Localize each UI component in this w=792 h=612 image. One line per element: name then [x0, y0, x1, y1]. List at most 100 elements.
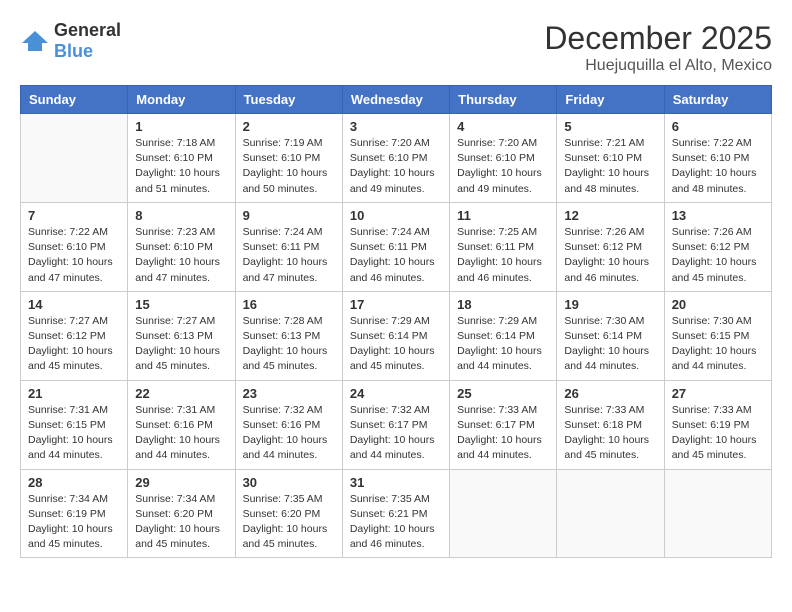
calendar-cell: 3 Sunrise: 7:20 AMSunset: 6:10 PMDaylight…	[342, 114, 449, 203]
day-info: Sunrise: 7:31 AMSunset: 6:16 PMDaylight:…	[135, 403, 227, 464]
day-number: 1	[135, 119, 227, 134]
calendar-cell: 17 Sunrise: 7:29 AMSunset: 6:14 PMDayligh…	[342, 291, 449, 380]
day-info: Sunrise: 7:33 AMSunset: 6:17 PMDaylight:…	[457, 403, 549, 464]
day-number: 26	[564, 386, 656, 401]
day-info: Sunrise: 7:27 AMSunset: 6:13 PMDaylight:…	[135, 314, 227, 375]
calendar-cell: 4 Sunrise: 7:20 AMSunset: 6:10 PMDaylight…	[450, 114, 557, 203]
day-info: Sunrise: 7:33 AMSunset: 6:18 PMDaylight:…	[564, 403, 656, 464]
day-info: Sunrise: 7:29 AMSunset: 6:14 PMDaylight:…	[350, 314, 442, 375]
day-number: 21	[28, 386, 120, 401]
day-info: Sunrise: 7:30 AMSunset: 6:14 PMDaylight:…	[564, 314, 656, 375]
day-of-week-header: Wednesday	[342, 86, 449, 114]
logo: General Blue	[20, 20, 121, 62]
day-info: Sunrise: 7:32 AMSunset: 6:16 PMDaylight:…	[243, 403, 335, 464]
calendar-header-row: SundayMondayTuesdayWednesdayThursdayFrid…	[21, 86, 772, 114]
day-number: 16	[243, 297, 335, 312]
calendar-cell: 25 Sunrise: 7:33 AMSunset: 6:17 PMDayligh…	[450, 380, 557, 469]
calendar-cell: 14Sunrise: 7:27 AMSunset: 6:12 PMDayligh…	[21, 291, 128, 380]
day-info: Sunrise: 7:35 AMSunset: 6:20 PMDaylight:…	[243, 492, 335, 553]
day-number: 2	[243, 119, 335, 134]
day-info: Sunrise: 7:24 AMSunset: 6:11 PMDaylight:…	[243, 225, 335, 286]
calendar-cell: 1 Sunrise: 7:18 AMSunset: 6:10 PMDaylight…	[128, 114, 235, 203]
day-info: Sunrise: 7:22 AMSunset: 6:10 PMDaylight:…	[672, 136, 764, 197]
day-number: 29	[135, 475, 227, 490]
day-info: Sunrise: 7:20 AMSunset: 6:10 PMDaylight:…	[457, 136, 549, 197]
day-info: Sunrise: 7:31 AMSunset: 6:15 PMDaylight:…	[28, 403, 120, 464]
day-number: 8	[135, 208, 227, 223]
day-info: Sunrise: 7:20 AMSunset: 6:10 PMDaylight:…	[350, 136, 442, 197]
day-info: Sunrise: 7:23 AMSunset: 6:10 PMDaylight:…	[135, 225, 227, 286]
day-info: Sunrise: 7:33 AMSunset: 6:19 PMDaylight:…	[672, 403, 764, 464]
calendar-cell: 15 Sunrise: 7:27 AMSunset: 6:13 PMDayligh…	[128, 291, 235, 380]
calendar-cell: 24Sunrise: 7:32 AMSunset: 6:17 PMDayligh…	[342, 380, 449, 469]
day-number: 6	[672, 119, 764, 134]
calendar-week-row: 14Sunrise: 7:27 AMSunset: 6:12 PMDayligh…	[21, 291, 772, 380]
day-info: Sunrise: 7:35 AMSunset: 6:21 PMDaylight:…	[350, 492, 442, 553]
day-number: 11	[457, 208, 549, 223]
day-number: 5	[564, 119, 656, 134]
day-info: Sunrise: 7:34 AMSunset: 6:20 PMDaylight:…	[135, 492, 227, 553]
day-number: 17	[350, 297, 442, 312]
day-of-week-header: Saturday	[664, 86, 771, 114]
calendar-cell	[450, 469, 557, 558]
calendar: SundayMondayTuesdayWednesdayThursdayFrid…	[20, 85, 772, 558]
calendar-cell: 12Sunrise: 7:26 AMSunset: 6:12 PMDayligh…	[557, 202, 664, 291]
day-number: 18	[457, 297, 549, 312]
day-number: 25	[457, 386, 549, 401]
day-info: Sunrise: 7:25 AMSunset: 6:11 PMDaylight:…	[457, 225, 549, 286]
day-info: Sunrise: 7:26 AMSunset: 6:12 PMDaylight:…	[564, 225, 656, 286]
day-info: Sunrise: 7:21 AMSunset: 6:10 PMDaylight:…	[564, 136, 656, 197]
day-number: 23	[243, 386, 335, 401]
day-number: 27	[672, 386, 764, 401]
day-info: Sunrise: 7:26 AMSunset: 6:12 PMDaylight:…	[672, 225, 764, 286]
calendar-cell: 16 Sunrise: 7:28 AMSunset: 6:13 PMDayligh…	[235, 291, 342, 380]
day-number: 10	[350, 208, 442, 223]
day-number: 14	[28, 297, 120, 312]
calendar-cell: 21 Sunrise: 7:31 AMSunset: 6:15 PMDayligh…	[21, 380, 128, 469]
calendar-cell: 31Sunrise: 7:35 AMSunset: 6:21 PMDayligh…	[342, 469, 449, 558]
calendar-cell: 20Sunrise: 7:30 AMSunset: 6:15 PMDayligh…	[664, 291, 771, 380]
calendar-cell: 27 Sunrise: 7:33 AMSunset: 6:19 PMDayligh…	[664, 380, 771, 469]
day-number: 4	[457, 119, 549, 134]
logo-icon	[20, 29, 50, 53]
calendar-cell: 9 Sunrise: 7:24 AMSunset: 6:11 PMDaylight…	[235, 202, 342, 291]
calendar-cell: 22 Sunrise: 7:31 AMSunset: 6:16 PMDayligh…	[128, 380, 235, 469]
calendar-week-row: 28Sunrise: 7:34 AMSunset: 6:19 PMDayligh…	[21, 469, 772, 558]
calendar-cell: 30Sunrise: 7:35 AMSunset: 6:20 PMDayligh…	[235, 469, 342, 558]
day-number: 28	[28, 475, 120, 490]
calendar-cell: 19Sunrise: 7:30 AMSunset: 6:14 PMDayligh…	[557, 291, 664, 380]
calendar-cell: 6 Sunrise: 7:22 AMSunset: 6:10 PMDaylight…	[664, 114, 771, 203]
day-number: 9	[243, 208, 335, 223]
day-number: 3	[350, 119, 442, 134]
calendar-cell: 7 Sunrise: 7:22 AMSunset: 6:10 PMDaylight…	[21, 202, 128, 291]
calendar-cell: 26 Sunrise: 7:33 AMSunset: 6:18 PMDayligh…	[557, 380, 664, 469]
title-block: December 2025 Huejuquilla el Alto, Mexic…	[544, 20, 772, 75]
day-info: Sunrise: 7:22 AMSunset: 6:10 PMDaylight:…	[28, 225, 120, 286]
calendar-week-row: 21 Sunrise: 7:31 AMSunset: 6:15 PMDayligh…	[21, 380, 772, 469]
location-title: Huejuquilla el Alto, Mexico	[544, 57, 772, 75]
calendar-cell: 8 Sunrise: 7:23 AMSunset: 6:10 PMDaylight…	[128, 202, 235, 291]
calendar-cell: 5 Sunrise: 7:21 AMSunset: 6:10 PMDaylight…	[557, 114, 664, 203]
calendar-cell: 28Sunrise: 7:34 AMSunset: 6:19 PMDayligh…	[21, 469, 128, 558]
calendar-week-row: 1 Sunrise: 7:18 AMSunset: 6:10 PMDaylight…	[21, 114, 772, 203]
day-number: 20	[672, 297, 764, 312]
logo-blue: Blue	[54, 41, 93, 61]
calendar-cell: 18Sunrise: 7:29 AMSunset: 6:14 PMDayligh…	[450, 291, 557, 380]
day-info: Sunrise: 7:28 AMSunset: 6:13 PMDaylight:…	[243, 314, 335, 375]
day-number: 15	[135, 297, 227, 312]
calendar-cell: 10Sunrise: 7:24 AMSunset: 6:11 PMDayligh…	[342, 202, 449, 291]
day-of-week-header: Friday	[557, 86, 664, 114]
calendar-cell: 2 Sunrise: 7:19 AMSunset: 6:10 PMDaylight…	[235, 114, 342, 203]
day-number: 7	[28, 208, 120, 223]
day-of-week-header: Thursday	[450, 86, 557, 114]
calendar-cell: 11 Sunrise: 7:25 AMSunset: 6:11 PMDayligh…	[450, 202, 557, 291]
day-info: Sunrise: 7:19 AMSunset: 6:10 PMDaylight:…	[243, 136, 335, 197]
day-number: 24	[350, 386, 442, 401]
day-number: 13	[672, 208, 764, 223]
day-info: Sunrise: 7:18 AMSunset: 6:10 PMDaylight:…	[135, 136, 227, 197]
day-number: 22	[135, 386, 227, 401]
calendar-cell	[21, 114, 128, 203]
day-of-week-header: Sunday	[21, 86, 128, 114]
calendar-cell	[557, 469, 664, 558]
calendar-week-row: 7 Sunrise: 7:22 AMSunset: 6:10 PMDaylight…	[21, 202, 772, 291]
